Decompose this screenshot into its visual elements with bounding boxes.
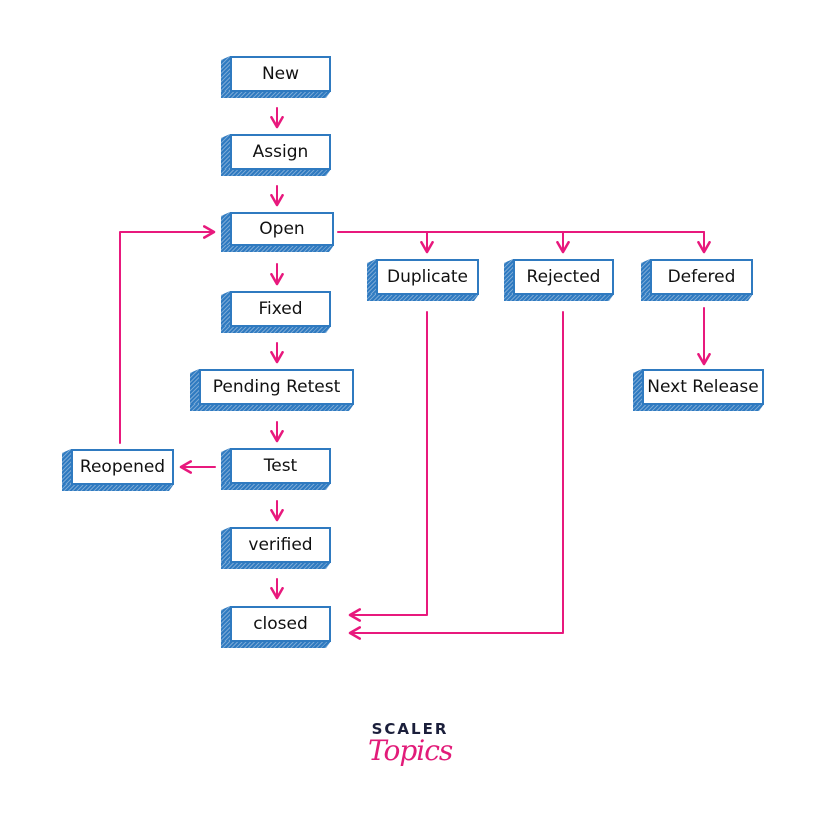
- diagram-edges: [119, 107, 711, 640]
- node-rejected: Rejected: [504, 259, 614, 301]
- node-duplicate: Duplicate: [367, 259, 479, 301]
- node-verified: verified: [221, 527, 331, 569]
- node-next-release: Next Release: [633, 369, 764, 411]
- edge-duplicate-closed: [348, 311, 428, 622]
- node-closed-label: closed: [230, 606, 331, 642]
- node-open: Open: [221, 212, 334, 252]
- node-pending-retest-label: Pending Retest: [199, 369, 354, 405]
- node-assign-label: Assign: [230, 134, 331, 170]
- node-open-label: Open: [230, 212, 334, 246]
- node-defered: Defered: [641, 259, 753, 301]
- node-closed: closed: [221, 606, 331, 648]
- scaler-topics-logo: SCALER Topics: [368, 720, 453, 767]
- edge-reopened-open: [119, 225, 216, 444]
- node-assign: Assign: [221, 134, 331, 176]
- node-rejected-label: Rejected: [513, 259, 614, 295]
- node-reopened-label: Reopened: [71, 449, 174, 485]
- edge-rejected-closed: [348, 311, 564, 640]
- node-pending-retest: Pending Retest: [190, 369, 354, 411]
- node-reopened: Reopened: [62, 449, 174, 491]
- node-duplicate-label: Duplicate: [376, 259, 479, 295]
- node-fixed: Fixed: [221, 291, 331, 333]
- logo-topics-text: Topics: [368, 734, 453, 767]
- node-verified-label: verified: [230, 527, 331, 563]
- node-test-label: Test: [230, 448, 331, 484]
- node-new: New: [221, 56, 331, 98]
- node-test: Test: [221, 448, 331, 490]
- node-fixed-label: Fixed: [230, 291, 331, 327]
- node-new-label: New: [230, 56, 331, 92]
- node-next-release-label: Next Release: [642, 369, 764, 405]
- node-defered-label: Defered: [650, 259, 753, 295]
